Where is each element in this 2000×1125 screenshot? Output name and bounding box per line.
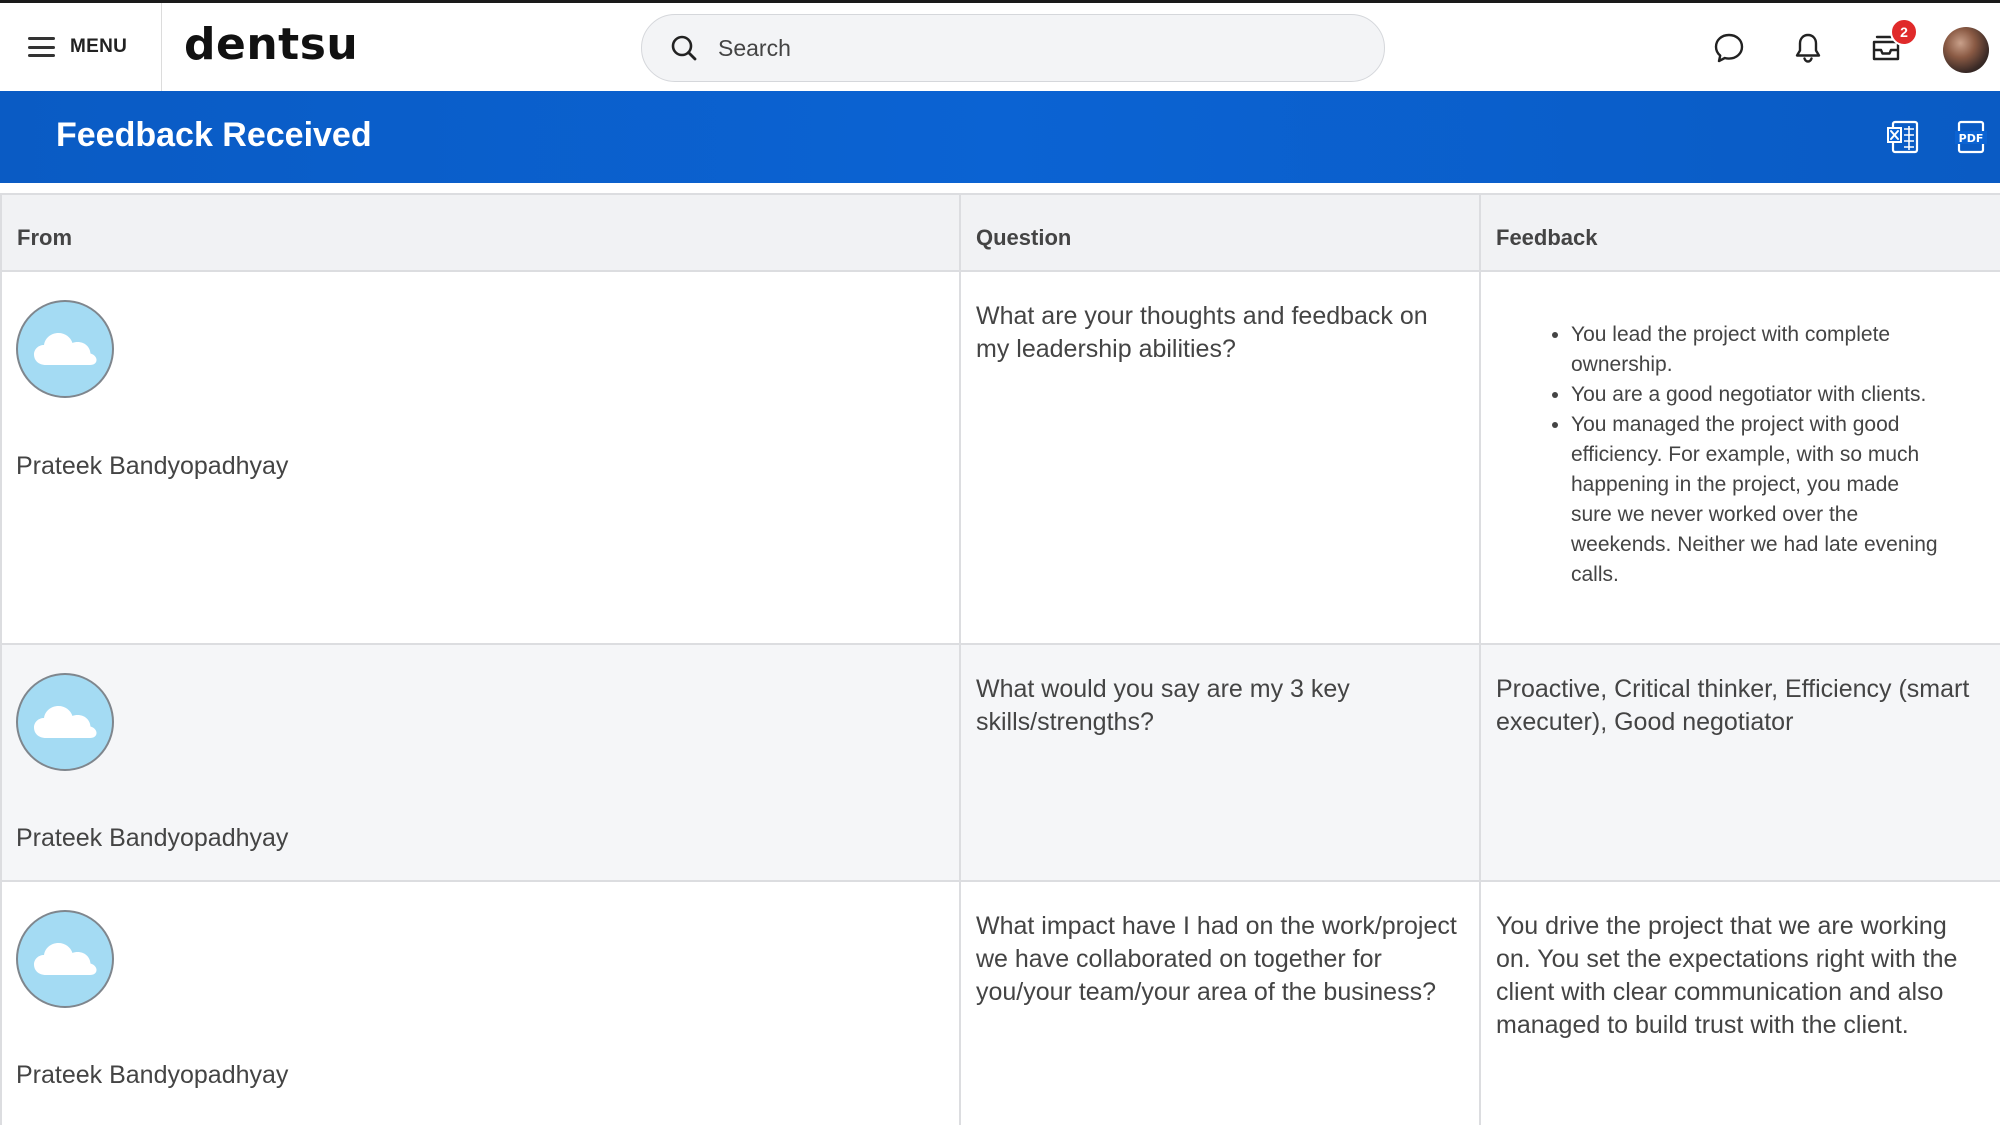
- from-name[interactable]: Prateek Bandyopadhyay: [16, 822, 288, 855]
- table-row: Prateek Bandyopadhyay What are your thou…: [0, 270, 2000, 645]
- column-header-question[interactable]: Question: [959, 193, 1481, 272]
- bell-icon[interactable]: [1791, 31, 1825, 65]
- from-cell: Prateek Bandyopadhyay: [0, 643, 961, 882]
- user-avatar[interactable]: [1943, 27, 1989, 73]
- from-cell: Prateek Bandyopadhyay: [0, 270, 961, 645]
- from-name[interactable]: Prateek Bandyopadhyay: [16, 1059, 288, 1092]
- hamburger-icon: [28, 37, 55, 57]
- chat-bubble-icon[interactable]: [1712, 31, 1746, 65]
- page-title: Feedback Received: [56, 116, 372, 154]
- top-bar: MENU dentsu 2: [0, 0, 2000, 91]
- menu-label: MENU: [70, 36, 128, 57]
- feedback-cell: You drive the project that we are workin…: [1479, 880, 2000, 1125]
- export-excel-icon[interactable]: [1887, 119, 1921, 155]
- menu-button[interactable]: MENU: [0, 3, 162, 91]
- table-row: Prateek Bandyopadhyay What impact have I…: [0, 880, 2000, 1125]
- question-text: What would you say are my 3 key skills/s…: [976, 675, 1350, 736]
- from-name[interactable]: Prateek Bandyopadhyay: [16, 450, 288, 483]
- cloud-avatar-icon[interactable]: [16, 300, 114, 398]
- question-text: What are your thoughts and feedback on m…: [976, 302, 1428, 363]
- question-cell: What are your thoughts and feedback on m…: [959, 270, 1481, 645]
- cloud-avatar-icon[interactable]: [16, 673, 114, 771]
- cloud-avatar-icon[interactable]: [16, 910, 114, 1008]
- feedback-list-item: You lead the project with complete owner…: [1571, 320, 1940, 380]
- feedback-text: You drive the project that we are workin…: [1496, 912, 1958, 1039]
- question-cell: What would you say are my 3 key skills/s…: [959, 643, 1481, 882]
- table-row: Prateek Bandyopadhyay What would you say…: [0, 643, 2000, 882]
- feedback-table: From Question Feedback Prateek Bandyopad…: [0, 193, 2000, 1125]
- title-bar: Feedback Received PDF: [0, 91, 2000, 183]
- feedback-text: Proactive, Critical thinker, Efficiency …: [1496, 675, 1970, 736]
- from-cell: Prateek Bandyopadhyay: [0, 880, 961, 1125]
- column-header-from[interactable]: From: [0, 193, 961, 272]
- table-header-row: From Question Feedback: [0, 193, 2000, 272]
- svg-text:PDF: PDF: [1959, 132, 1984, 145]
- column-header-feedback[interactable]: Feedback: [1479, 193, 2000, 272]
- search-bar[interactable]: [641, 14, 1385, 82]
- export-pdf-icon[interactable]: PDF: [1954, 119, 1988, 155]
- search-input[interactable]: [718, 34, 1318, 62]
- inbox-badge: 2: [1890, 18, 1918, 46]
- feedback-cell: Proactive, Critical thinker, Efficiency …: [1479, 643, 2000, 882]
- feedback-cell: You lead the project with complete owner…: [1479, 270, 2000, 645]
- feedback-list-item: You managed the project with good effici…: [1571, 410, 1940, 590]
- search-icon: [671, 35, 697, 61]
- feedback-list: You lead the project with complete owner…: [1481, 272, 2000, 590]
- feedback-list-item: You are a good negotiator with clients.: [1571, 380, 1940, 410]
- dentsu-logo[interactable]: dentsu: [184, 19, 358, 70]
- question-text: What impact have I had on the work/proje…: [976, 912, 1457, 1006]
- question-cell: What impact have I had on the work/proje…: [959, 880, 1481, 1125]
